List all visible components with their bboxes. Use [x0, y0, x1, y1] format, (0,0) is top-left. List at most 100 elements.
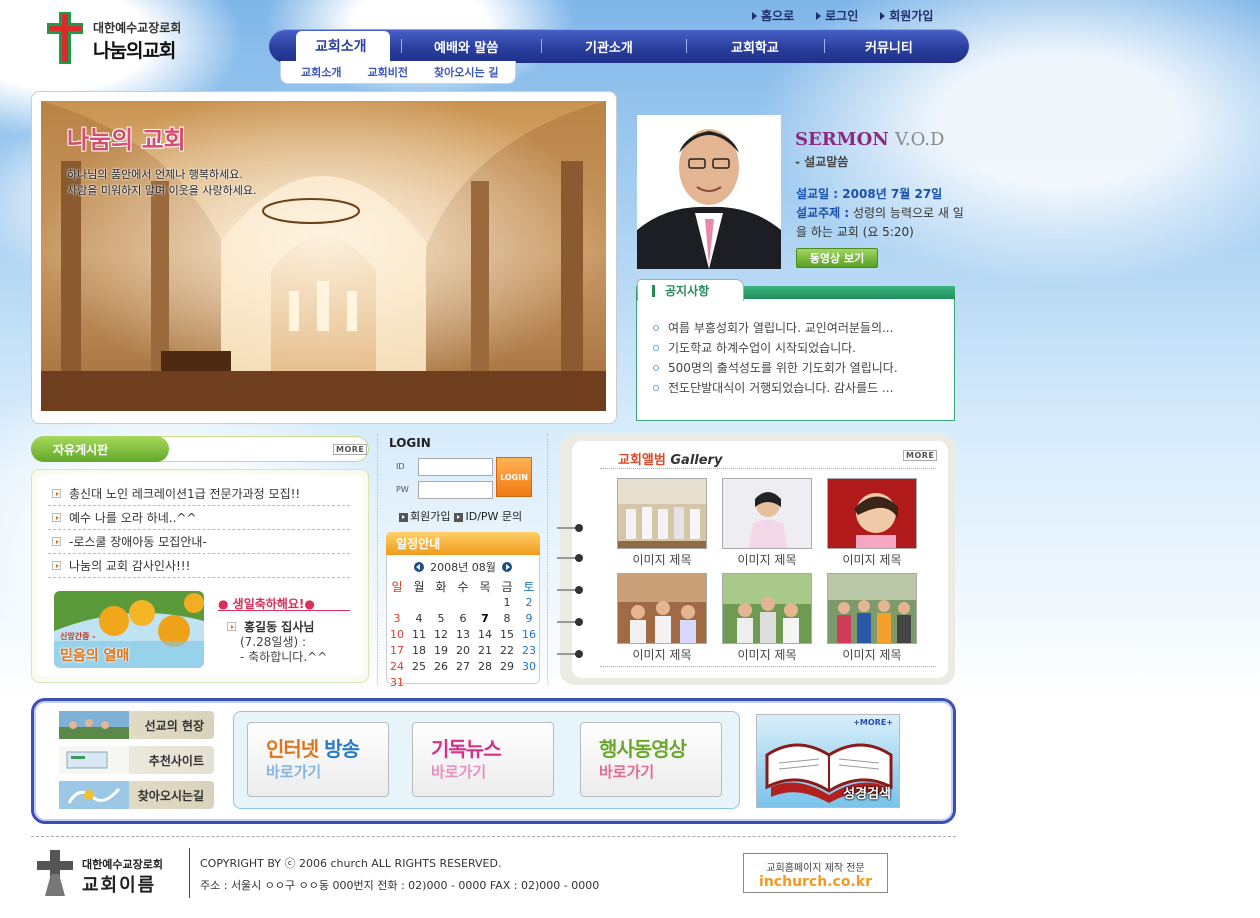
quick-link-mission[interactable]: 선교의 현장: [59, 711, 214, 739]
gallery-caption[interactable]: 이미지 제목: [827, 646, 917, 663]
calendar-day[interactable]: 23: [518, 644, 540, 660]
board-row[interactable]: -로스쿨 장애아동 모집안내-: [48, 530, 350, 554]
nav-item-community[interactable]: 커뮤니티: [865, 37, 913, 56]
login-button[interactable]: LOGIN: [496, 457, 532, 497]
prev-month-icon[interactable]: [414, 562, 425, 572]
subnav-about[interactable]: 교회소개: [301, 64, 341, 80]
quick-link-directions[interactable]: 찾아오시는길: [59, 781, 214, 809]
quick-link-sites[interactable]: 추천사이트: [59, 746, 214, 774]
next-month-icon[interactable]: [501, 562, 512, 572]
gallery-caption[interactable]: 이미지 제목: [617, 646, 707, 663]
gallery-caption[interactable]: 이미지 제목: [722, 551, 812, 568]
birthday-msg: - 축하합니다.^^: [240, 650, 328, 664]
christian-news-button[interactable]: 기독뉴스 바로가기: [412, 722, 554, 797]
home-link[interactable]: 홈으로: [752, 7, 794, 24]
id-input[interactable]: [418, 458, 493, 476]
calendar-day[interactable]: 30: [518, 660, 540, 676]
calendar-day[interactable]: 29: [496, 660, 518, 676]
gallery-caption[interactable]: 이미지 제목: [722, 646, 812, 663]
calendar-day[interactable]: 4: [408, 612, 430, 628]
binder-ring-icon: [557, 524, 583, 532]
board-list: 총신대 노인 레크레이션1급 전문가과정 모집!! 예수 나를 오라 하네..^…: [48, 482, 350, 578]
bible-more-label: +MORE+: [853, 718, 893, 727]
calendar-day[interactable]: 21: [474, 644, 496, 660]
calendar-day[interactable]: 13: [452, 628, 474, 644]
gallery-caption[interactable]: 이미지 제목: [827, 551, 917, 568]
calendar-day[interactable]: 10: [386, 628, 408, 644]
notice-tab[interactable]: 공지사항: [637, 279, 744, 301]
board-title[interactable]: 자유게시판: [31, 436, 169, 462]
calendar-day[interactable]: 15: [496, 628, 518, 644]
calendar-day[interactable]: 19: [430, 644, 452, 660]
join-link[interactable]: 회원가입: [880, 7, 933, 24]
subnav-vision[interactable]: 교회비전: [367, 64, 407, 80]
calendar-day[interactable]: 20: [452, 644, 474, 660]
calendar-day[interactable]: 6: [452, 612, 474, 628]
calendar-day[interactable]: 26: [430, 660, 452, 676]
quick-link-label: 찾아오시는길: [137, 788, 204, 803]
internet-broadcast-button[interactable]: 인터넷 방송 바로가기: [247, 722, 389, 797]
notice-item[interactable]: 여름 부흥성회가 열립니다. 교인여러분들의...: [653, 318, 898, 338]
calendar-day[interactable]: 16: [518, 628, 540, 644]
calendar-day[interactable]: 3: [386, 612, 408, 628]
arrow-icon: [880, 11, 886, 20]
gallery-more-button[interactable]: MORE: [903, 450, 938, 461]
testimony-banner-title: 믿음의 열매: [60, 648, 130, 664]
gallery-thumb[interactable]: [722, 573, 812, 644]
testimony-banner[interactable]: 신앙간증 - 믿음의 열매: [54, 591, 204, 668]
column-divider: [377, 434, 378, 684]
join-button[interactable]: 회원가입: [399, 508, 450, 524]
gallery-thumb[interactable]: [722, 478, 812, 549]
nav-item-school[interactable]: 교회학교: [731, 37, 779, 56]
calendar-day[interactable]: 8: [496, 612, 518, 628]
calendar-day[interactable]: 31: [386, 676, 408, 692]
notice-item[interactable]: 기도학교 하계수업이 시작되었습니다.: [653, 338, 898, 358]
board-row[interactable]: 예수 나를 오라 하네..^^: [48, 506, 350, 530]
nav-item-worship[interactable]: 예배와 말씀: [434, 37, 498, 56]
birthday-text: 홍길동 집사님 (7.28일생) : - 축하합니다.^^: [227, 620, 327, 665]
calendar-day[interactable]: 12: [430, 628, 452, 644]
calendar-day[interactable]: 11: [408, 628, 430, 644]
login-link[interactable]: 로그인: [816, 7, 858, 24]
calendar-day[interactable]: 5: [430, 612, 452, 628]
join-label: 회원가입: [410, 510, 451, 523]
hero-title: 나눔의 교회: [67, 125, 186, 154]
gallery-thumb[interactable]: [827, 573, 917, 644]
bible-search-button[interactable]: +MORE+ 성경검색: [756, 714, 900, 808]
maker-link[interactable]: 교회홈페이지 제작 전문 inchurch.co.kr: [743, 853, 888, 893]
calendar-day[interactable]: 18: [408, 644, 430, 660]
gallery-thumb[interactable]: [617, 573, 707, 644]
nav-item-org[interactable]: 기관소개: [585, 37, 633, 56]
find-account-button[interactable]: ID/PW 문의: [454, 508, 522, 524]
calendar-day[interactable]: 14: [474, 628, 496, 644]
gallery-thumb[interactable]: [617, 478, 707, 549]
notice-item[interactable]: 전도단발대식이 거행되었습니다. 감사를드 ...: [653, 378, 898, 398]
calendar-day[interactable]: 27: [452, 660, 474, 676]
gallery-caption[interactable]: 이미지 제목: [617, 551, 707, 568]
pw-label: PW: [396, 485, 409, 494]
board-row[interactable]: 총신대 노인 레크레이션1급 전문가과정 모집!!: [48, 482, 350, 506]
calendar-day[interactable]: 28: [474, 660, 496, 676]
calendar-day[interactable]: 2: [518, 596, 540, 612]
subnav-directions[interactable]: 찾아오시는 길: [434, 64, 499, 80]
calendar-day[interactable]: 1: [496, 596, 518, 612]
password-input[interactable]: [418, 481, 493, 499]
calendar-day[interactable]: 17: [386, 644, 408, 660]
bullet-icon: [653, 364, 659, 371]
church-cross-logo-icon[interactable]: [47, 12, 83, 64]
calendar-day[interactable]: 24: [386, 660, 408, 676]
gallery-thumb[interactable]: [827, 478, 917, 549]
board-row[interactable]: 나눔의 교회 감사인사!!!: [48, 554, 350, 578]
nav-item-about[interactable]: 교회소개: [315, 36, 367, 56]
logo-name[interactable]: 나눔의교회: [93, 36, 176, 63]
calendar-day[interactable]: 25: [408, 660, 430, 676]
notice-item[interactable]: 500명의 출석성도를 위한 기도회가 열립니다.: [653, 358, 898, 378]
calendar-weekday: 금: [501, 580, 513, 594]
event-video-button[interactable]: 행사동영상 바로가기: [580, 722, 722, 797]
board-more-button[interactable]: MORE: [333, 444, 368, 455]
watch-video-button[interactable]: 동영상 보기: [796, 248, 878, 268]
calendar-day[interactable]: 9: [518, 612, 540, 628]
calendar-day[interactable]: 22: [496, 644, 518, 660]
calendar-day[interactable]: 7: [474, 612, 496, 628]
calendar-weekday: 일: [391, 580, 403, 594]
